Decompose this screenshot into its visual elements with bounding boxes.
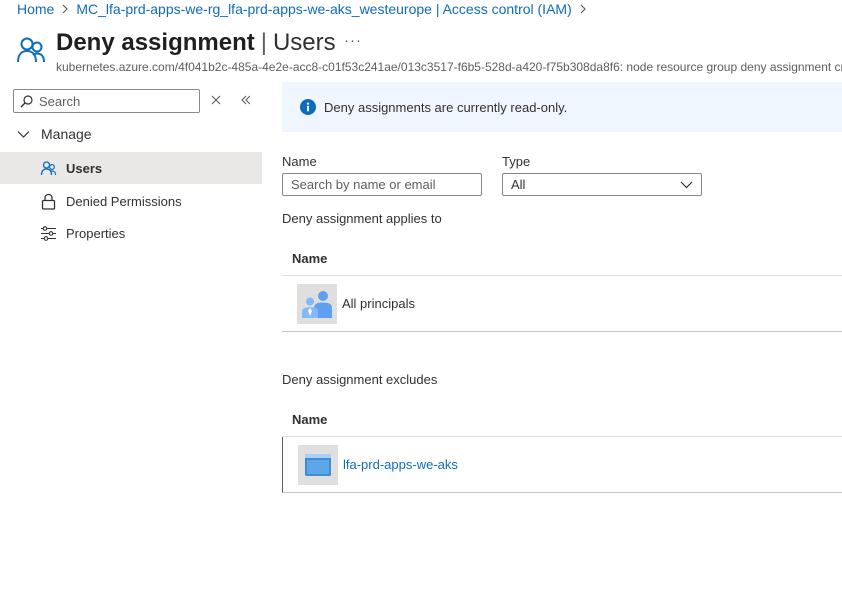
type-filter-label: Type bbox=[502, 154, 531, 169]
chevron-right-icon bbox=[61, 4, 69, 14]
sidebar-item-denied-permissions[interactable]: Denied Permissions bbox=[0, 185, 262, 217]
excludes-grid: Name lfa-prd-apps-we-aks bbox=[282, 403, 842, 493]
page-title: Deny assignment | Users bbox=[56, 29, 336, 56]
managed-identity-icon bbox=[298, 444, 338, 485]
more-options-button[interactable]: ··· bbox=[344, 32, 362, 49]
sidebar-item-label: Denied Permissions bbox=[66, 193, 182, 209]
chevron-down-icon bbox=[680, 181, 693, 188]
all-principals-icon bbox=[297, 283, 337, 324]
chevron-down-icon bbox=[17, 130, 30, 138]
principal-name: All principals bbox=[342, 296, 415, 311]
chevron-right-icon bbox=[579, 4, 587, 14]
search-input[interactable] bbox=[39, 93, 189, 109]
sidebar-search[interactable] bbox=[13, 89, 200, 113]
type-filter-value: All bbox=[511, 177, 526, 192]
info-icon bbox=[300, 99, 316, 115]
breadcrumb-resource-group[interactable]: MC_lfa-prd-apps-we-rg_lfa-prd-apps-we-ak… bbox=[76, 1, 571, 17]
manage-group-toggle[interactable]: Manage bbox=[17, 126, 92, 142]
sidebar-item-label: Properties bbox=[66, 225, 126, 241]
breadcrumb-home[interactable]: Home bbox=[17, 1, 54, 17]
main-content: Deny assignments are currently read-only… bbox=[282, 82, 842, 593]
collapse-search-icon[interactable] bbox=[209, 93, 223, 107]
name-filter-label: Name bbox=[282, 154, 317, 169]
info-text: Deny assignments are currently read-only… bbox=[324, 99, 568, 115]
sidebar: Manage Users Denied Permissions Properti… bbox=[0, 88, 262, 593]
name-filter-field[interactable] bbox=[282, 173, 482, 196]
column-header-name[interactable]: Name bbox=[282, 242, 842, 276]
properties-icon bbox=[41, 225, 56, 241]
users-icon bbox=[17, 37, 45, 63]
collapse-sidebar-icon[interactable] bbox=[239, 93, 253, 107]
search-icon bbox=[20, 94, 33, 107]
excluded-principal-link[interactable]: lfa-prd-apps-we-aks bbox=[343, 457, 458, 472]
sidebar-item-label: Users bbox=[66, 160, 103, 176]
info-banner: Deny assignments are currently read-only… bbox=[282, 82, 842, 132]
column-header-name[interactable]: Name bbox=[282, 403, 842, 437]
applies-section-title: Deny assignment applies to bbox=[282, 211, 442, 226]
breadcrumb: Home MC_lfa-prd-apps-we-rg_lfa-prd-apps-… bbox=[17, 0, 594, 18]
page-subtitle: kubernetes.azure.com/4f041b2c-485a-4e2e-… bbox=[56, 60, 842, 74]
page-header: Deny assignment | Users ··· kubernetes.azu… bbox=[15, 28, 842, 76]
table-row[interactable]: lfa-prd-apps-we-aks bbox=[282, 437, 842, 493]
applies-grid: Name All principals bbox=[282, 242, 842, 332]
excludes-section-title: Deny assignment excludes bbox=[282, 372, 438, 387]
type-filter-dropdown[interactable]: All bbox=[502, 173, 702, 196]
users-icon bbox=[40, 160, 57, 175]
lock-icon bbox=[41, 193, 56, 210]
table-row[interactable]: All principals bbox=[282, 276, 842, 332]
name-filter-input[interactable] bbox=[291, 177, 481, 192]
sidebar-item-users[interactable]: Users bbox=[0, 152, 262, 184]
manage-group-label: Manage bbox=[41, 126, 92, 142]
sidebar-item-properties[interactable]: Properties bbox=[0, 217, 262, 249]
